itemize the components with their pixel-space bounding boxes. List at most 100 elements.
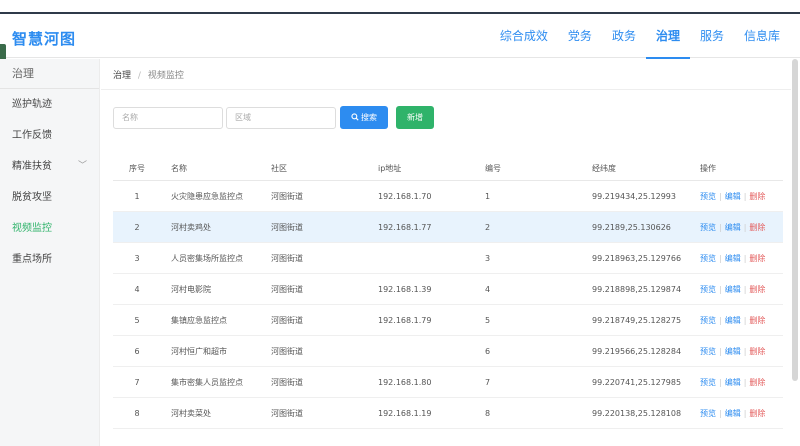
col-coordinates: 经纬度 (592, 164, 616, 173)
top-header: 智慧河图 综合成效 党务 政务 治理 服务 信息库 (0, 14, 800, 59)
app-logo[interactable]: 智慧河图 (12, 28, 76, 49)
cell-community: 河图街道 (271, 346, 303, 356)
preview-link[interactable]: 预览 (700, 409, 716, 418)
preview-link[interactable]: 预览 (700, 192, 716, 201)
edit-link[interactable]: 编辑 (725, 192, 741, 201)
delete-link[interactable]: 删除 (749, 378, 765, 387)
table-row[interactable]: 7 集市密集人员监控点 河图街道 192.168.1.80 7 99.220741,25.… (113, 367, 783, 398)
nav-item-party[interactable]: 党务 (558, 14, 602, 58)
table-row[interactable]: 5 集镇应急监控点 河图街道 192.168.1.79 5 99.218749,25.12… (113, 305, 783, 336)
sidebar-item-label: 重点场所 (12, 254, 52, 265)
cell-actions: 预览 | 编辑 | 删除 (700, 315, 783, 326)
cell-ip: 192.168.1.80 (378, 377, 432, 387)
table-row[interactable]: 4 河村电影院 河图街道 192.168.1.39 4 99.218898,25.1298… (113, 274, 783, 305)
table-row[interactable]: 8 河村卖菜处 河图街道 192.168.1.19 8 99.220138,25.1281… (113, 398, 783, 429)
cell-number: 7 (485, 377, 491, 387)
cell-actions: 预览 | 编辑 | 删除 (700, 191, 783, 202)
add-button[interactable]: 新增 (396, 106, 434, 129)
search-icon (351, 113, 359, 121)
preview-link[interactable]: 预览 (700, 378, 716, 387)
preview-link[interactable]: 预览 (700, 316, 716, 325)
cell-number: 3 (485, 253, 491, 263)
edit-link[interactable]: 编辑 (725, 254, 741, 263)
breadcrumb-level1[interactable]: 治理 (113, 71, 131, 81)
main-content: 治理 / 视频监控 名称 区域 搜索 新增 序号 名称 社区 ip地址 编号 经… (101, 59, 791, 446)
action-separator: | (719, 253, 722, 263)
delete-link[interactable]: 删除 (749, 285, 765, 294)
action-separator: | (719, 377, 722, 387)
col-ip: ip地址 (378, 164, 402, 173)
sidebar: 治理 巡护轨迹 工作反馈 精准扶贫 ﹀ 脱贫攻坚 视频监控 重点场所 (0, 59, 100, 446)
cell-index: 4 (134, 284, 140, 294)
cell-ip: 192.168.1.39 (378, 284, 432, 294)
cell-ip: 192.168.1.79 (378, 315, 432, 325)
cell-index: 2 (134, 222, 140, 232)
sidebar-item-poverty-battle[interactable]: 脱贫攻坚 (0, 182, 99, 213)
cell-index: 1 (134, 191, 140, 201)
cell-coordinates: 99.220741,25.127985 (592, 377, 682, 387)
sidebar-header: 治理 (0, 59, 99, 89)
edit-link[interactable]: 编辑 (725, 223, 741, 232)
preview-link[interactable]: 预览 (700, 347, 716, 356)
nav-item-info-library[interactable]: 信息库 (734, 14, 790, 58)
table-row[interactable]: 3 人员密集场所监控点 河图街道 3 99.218963,25.129766 预览 | 编辑 |… (113, 243, 783, 274)
cell-ip: 192.168.1.70 (378, 191, 432, 201)
cell-name: 火灾隐患应急监控点 (171, 191, 243, 201)
delete-link[interactable]: 删除 (749, 254, 765, 263)
nav-item-overview[interactable]: 综合成效 (490, 14, 558, 58)
sidebar-item-video-monitor[interactable]: 视频监控 (0, 213, 99, 244)
cell-coordinates: 99.218749,25.128275 (592, 315, 682, 325)
nav-item-government[interactable]: 政务 (602, 14, 646, 58)
cell-community: 河图街道 (271, 222, 303, 232)
action-separator: | (719, 191, 722, 201)
edit-link[interactable]: 编辑 (725, 316, 741, 325)
delete-link[interactable]: 删除 (749, 192, 765, 201)
area-input[interactable]: 区域 (226, 107, 336, 129)
delete-link[interactable]: 删除 (749, 409, 765, 418)
cell-name: 河村恒广和超市 (171, 346, 227, 356)
nav-item-service[interactable]: 服务 (690, 14, 734, 58)
action-separator: | (719, 315, 722, 325)
action-separator: | (719, 284, 722, 294)
sidebar-item-patrol-track[interactable]: 巡护轨迹 (0, 89, 99, 120)
cell-number: 2 (485, 222, 491, 232)
sidebar-item-key-places[interactable]: 重点场所 (0, 244, 99, 275)
cell-name: 集镇应急监控点 (171, 315, 227, 325)
nav-item-governance[interactable]: 治理 (645, 14, 690, 59)
delete-link[interactable]: 删除 (749, 316, 765, 325)
cell-name: 河村卖鸡处 (171, 222, 211, 232)
delete-link[interactable]: 删除 (749, 223, 765, 232)
cell-community: 河图街道 (271, 315, 303, 325)
cell-name: 人员密集场所监控点 (171, 253, 243, 263)
edit-link[interactable]: 编辑 (725, 347, 741, 356)
cell-coordinates: 99.219434,25.12993 (592, 191, 676, 201)
cell-coordinates: 99.220138,25.128108 (592, 408, 682, 418)
cell-name: 河村电影院 (171, 284, 211, 294)
edit-link[interactable]: 编辑 (725, 409, 741, 418)
cell-number: 8 (485, 408, 491, 418)
breadcrumb-divider (101, 89, 791, 90)
sidebar-item-work-feedback[interactable]: 工作反馈 (0, 120, 99, 151)
preview-link[interactable]: 预览 (700, 254, 716, 263)
edit-link[interactable]: 编辑 (725, 285, 741, 294)
edit-link[interactable]: 编辑 (725, 378, 741, 387)
preview-link[interactable]: 预览 (700, 285, 716, 294)
search-button[interactable]: 搜索 (340, 106, 388, 129)
cell-coordinates: 99.218898,25.129874 (592, 284, 682, 294)
sidebar-item-poverty-alleviation[interactable]: 精准扶贫 ﹀ (0, 151, 99, 182)
cell-index: 6 (134, 346, 140, 356)
page-scrollbar[interactable] (792, 59, 798, 381)
preview-link[interactable]: 预览 (700, 223, 716, 232)
table-row[interactable]: 1 火灾隐患应急监控点 河图街道 192.168.1.70 1 99.219434,25.… (113, 181, 783, 212)
col-index: 序号 (129, 164, 145, 173)
action-separator: | (719, 222, 722, 232)
cell-actions: 预览 | 编辑 | 删除 (700, 408, 783, 419)
delete-link[interactable]: 删除 (749, 347, 765, 356)
camera-table: 序号 名称 社区 ip地址 编号 经纬度 操作 1 火灾隐患应急监控点 河图街道 19… (113, 157, 783, 429)
cell-community: 河图街道 (271, 253, 303, 263)
table-row[interactable]: 6 河村恒广和超市 河图街道 6 99.219566,25.128284 预览 | 编辑 | 删除 (113, 336, 783, 367)
col-number: 编号 (485, 164, 501, 173)
cell-coordinates: 99.2189,25.130626 (592, 222, 671, 232)
table-row[interactable]: 2 河村卖鸡处 河图街道 192.168.1.77 2 99.2189,25.130626… (113, 212, 783, 243)
name-input[interactable]: 名称 (113, 107, 223, 129)
